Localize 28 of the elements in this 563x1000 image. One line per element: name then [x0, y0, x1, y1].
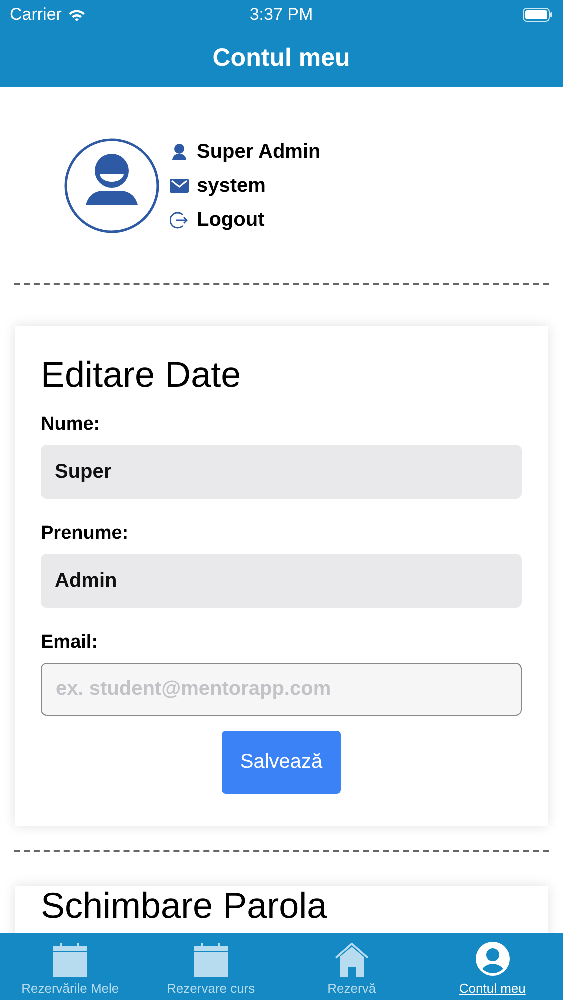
- field-label: Email:: [41, 632, 100, 654]
- tab-item[interactable]: Contul meu: [422, 933, 563, 1000]
- tab-item[interactable]: Rezervare curs: [140, 933, 282, 1000]
- save-button[interactable]: Salvează: [222, 731, 341, 794]
- mail-icon: [170, 179, 189, 193]
- avatar-icon: [64, 138, 160, 234]
- calendar-icon: [194, 943, 228, 977]
- user-icon: [474, 941, 511, 977]
- tab-item[interactable]: Rezervă: [282, 933, 422, 1000]
- logout-icon: [170, 210, 189, 230]
- status-time: 3:37 PM: [250, 5, 314, 25]
- user-email: system: [197, 174, 266, 198]
- logout-link[interactable]: Logout: [197, 208, 265, 232]
- user-icon: [170, 143, 189, 161]
- user-name: Super Admin: [197, 140, 321, 164]
- card-title: Schimbare Parola: [41, 886, 328, 926]
- tab-item[interactable]: Rezervările Mele: [0, 933, 141, 1000]
- calendar-icon: [53, 943, 88, 977]
- field-label: Nume:: [41, 414, 102, 436]
- input-field[interactable]: Admin: [41, 554, 522, 608]
- home-icon: [334, 943, 369, 977]
- input-field[interactable]: Super: [41, 445, 522, 499]
- wifi-icon: [68, 8, 86, 22]
- field-label: Prenume:: [41, 523, 130, 545]
- battery-icon: [523, 8, 553, 22]
- card-title: Editare Date: [41, 354, 242, 396]
- screen-title: Contul meu: [212, 43, 352, 74]
- carrier-name: Carrier: [10, 5, 62, 25]
